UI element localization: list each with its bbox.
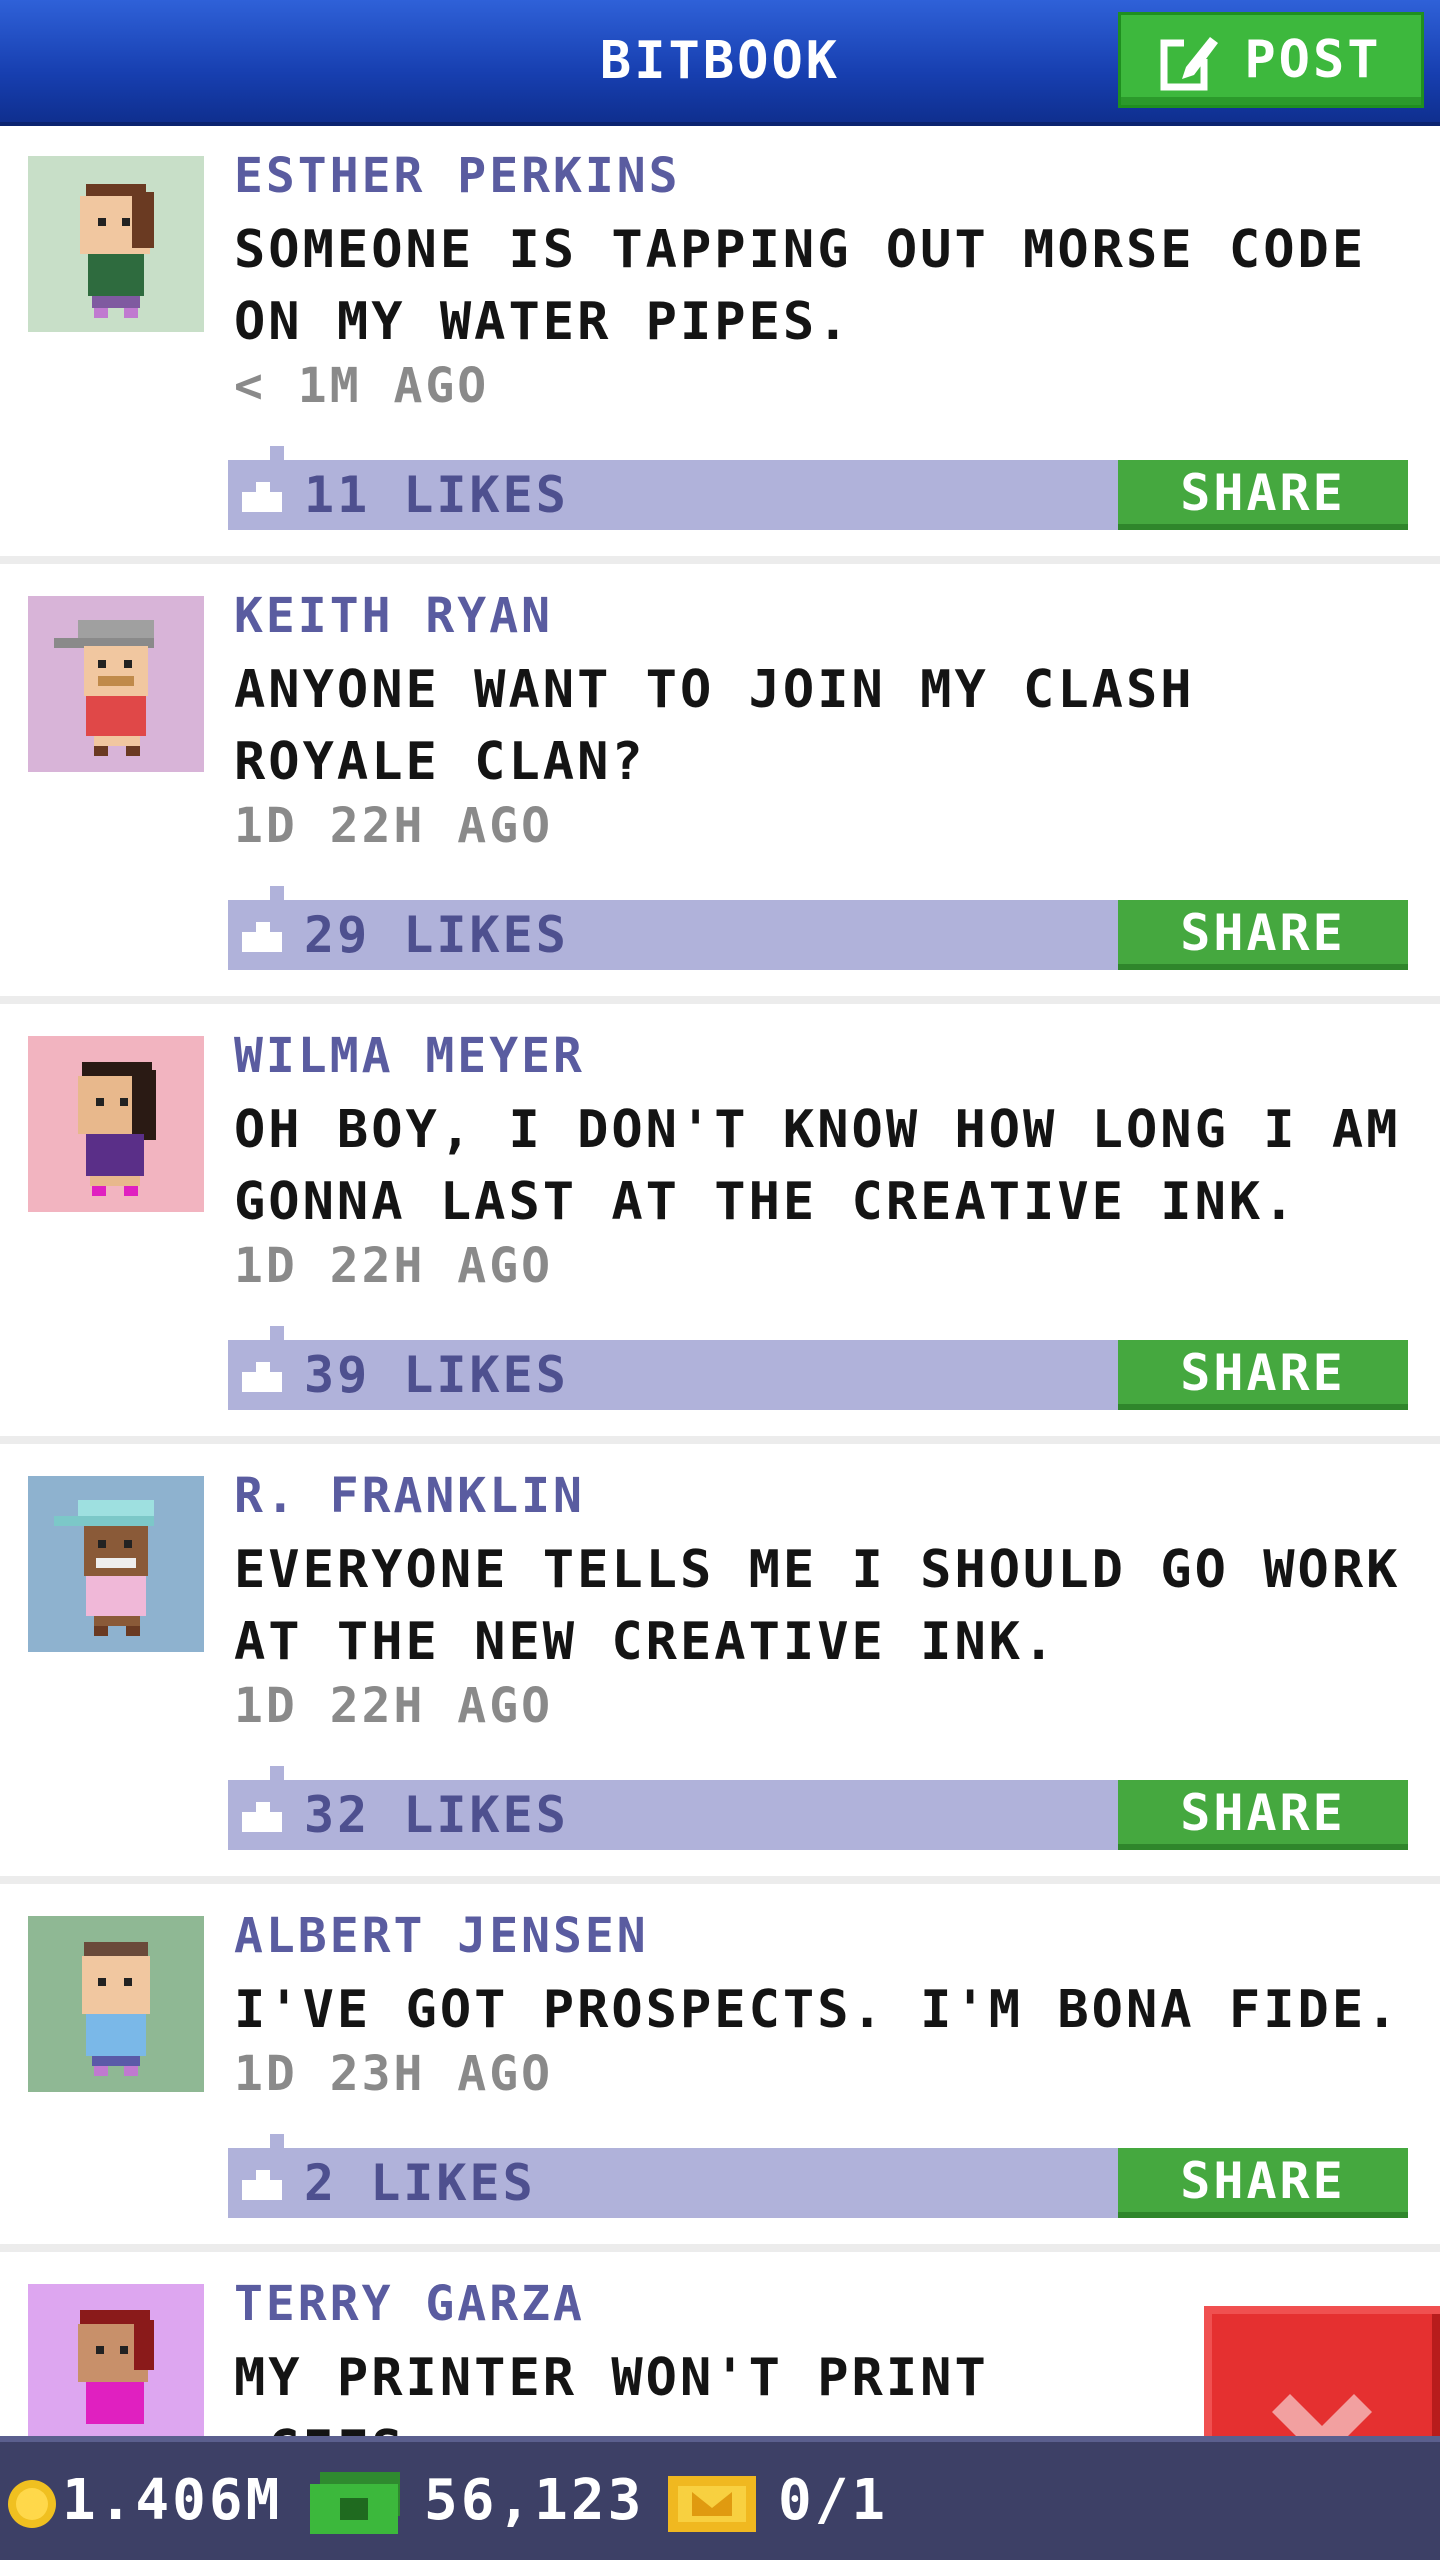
ticket-icon (668, 2476, 756, 2532)
avatar[interactable] (28, 1036, 204, 1212)
post-author[interactable]: ESTHER PERKINS (234, 148, 681, 204)
ticket-count: 0/1 (778, 2468, 889, 2533)
post-message: I'VE GOT PROSPECTS. I'M BONA FIDE. (234, 1980, 1401, 2040)
avatar-image (28, 1476, 204, 1652)
avatar[interactable] (28, 596, 204, 772)
post-button-label: POST (1244, 30, 1382, 90)
share-button[interactable]: SHARE (1118, 900, 1408, 970)
avatar-image (28, 156, 204, 332)
divider (0, 1436, 1440, 1444)
like-bar: 2 LIKES SHARE (228, 2134, 1408, 2218)
avatar-image (28, 1036, 204, 1212)
share-button[interactable]: SHARE (1118, 2148, 1408, 2218)
like-bar-notch (270, 446, 284, 460)
divider (0, 556, 1440, 564)
like-bar-notch (270, 886, 284, 900)
avatar[interactable] (28, 1916, 204, 2092)
feed-post: KEITH RYAN ANYONE WANT TO JOIN MY CLASH … (0, 566, 1440, 1004)
post-message: EVERYONE TELLS ME I SHOULD GO WORK AT TH… (234, 1540, 1401, 1672)
feed-post: WILMA MEYER OH BOY, I DON'T KNOW HOW LON… (0, 1006, 1440, 1444)
avatar[interactable] (28, 1476, 204, 1652)
post-author[interactable]: KEITH RYAN (234, 588, 553, 644)
post-author[interactable]: ALBERT JENSEN (234, 1908, 649, 1964)
like-count: 2 LIKES (304, 2154, 536, 2212)
like-bar-notch (270, 1766, 284, 1780)
post-timestamp: 1D 23H AGO (234, 2046, 553, 2102)
cash-icon (310, 2472, 400, 2534)
like-icon[interactable] (242, 1800, 282, 1832)
like-count: 39 LIKES (304, 1346, 569, 1404)
post-timestamp: 1D 22H AGO (234, 798, 553, 854)
divider (0, 2244, 1440, 2252)
divider (0, 996, 1440, 1004)
like-count: 32 LIKES (304, 1786, 569, 1844)
like-icon[interactable] (242, 920, 282, 952)
like-bar: 11 LIKES SHARE (228, 446, 1408, 530)
avatar-image (28, 2284, 204, 2436)
like-bar-notch (270, 1326, 284, 1340)
feed-post: R. FRANKLIN EVERYONE TELLS ME I SHOULD G… (0, 1446, 1440, 1884)
post-timestamp: < 1M AGO (234, 358, 490, 414)
post-author[interactable]: R. FRANKLIN (234, 1468, 585, 1524)
share-button[interactable]: SHARE (1118, 460, 1408, 530)
post-message: ANYONE WANT TO JOIN MY CLASH ROYALE CLAN… (234, 660, 1195, 792)
app-header: BITBOOK POST (0, 0, 1440, 126)
avatar[interactable] (28, 2284, 204, 2436)
like-bar: 39 LIKES SHARE (228, 1326, 1408, 1410)
compose-icon (1160, 33, 1219, 91)
like-icon[interactable] (242, 480, 282, 512)
like-bar: 29 LIKES SHARE (228, 886, 1408, 970)
avatar-image (28, 596, 204, 772)
cash-count: 56,123 (424, 2468, 645, 2533)
post-timestamp: 1D 22H AGO (234, 1238, 553, 1294)
avatar[interactable] (28, 156, 204, 332)
coin-count: 1.406M (62, 2468, 283, 2533)
like-icon[interactable] (242, 2168, 282, 2200)
share-button[interactable]: SHARE (1118, 1780, 1408, 1850)
like-icon[interactable] (242, 1360, 282, 1392)
like-count: 11 LIKES (304, 466, 569, 524)
feed-post: ALBERT JENSEN I'VE GOT PROSPECTS. I'M BO… (0, 1886, 1440, 2248)
post-button[interactable]: POST (1118, 12, 1424, 108)
post-author[interactable]: WILMA MEYER (234, 1028, 585, 1084)
feed-post: ESTHER PERKINS SOMEONE IS TAPPING OUT MO… (0, 126, 1440, 564)
post-timestamp: 1D 22H AGO (234, 1678, 553, 1734)
post-message: SOMEONE IS TAPPING OUT MORSE CODE ON MY … (234, 220, 1367, 352)
post-author[interactable]: TERRY GARZA (234, 2276, 585, 2332)
divider (0, 1876, 1440, 1884)
status-bar: 1.406M 56,123 0/1 (0, 2436, 1440, 2560)
share-button[interactable]: SHARE (1118, 1340, 1408, 1410)
like-bar-notch (270, 2134, 284, 2148)
post-message: MY PRINTER WON'T PRINT .GIFS (234, 2348, 989, 2436)
post-message: OH BOY, I DON'T KNOW HOW LONG I AM GONNA… (234, 1100, 1401, 1232)
avatar-image (28, 1916, 204, 2092)
like-count: 29 LIKES (304, 906, 569, 964)
coin-icon (8, 2480, 56, 2528)
like-bar: 32 LIKES SHARE (228, 1766, 1408, 1850)
